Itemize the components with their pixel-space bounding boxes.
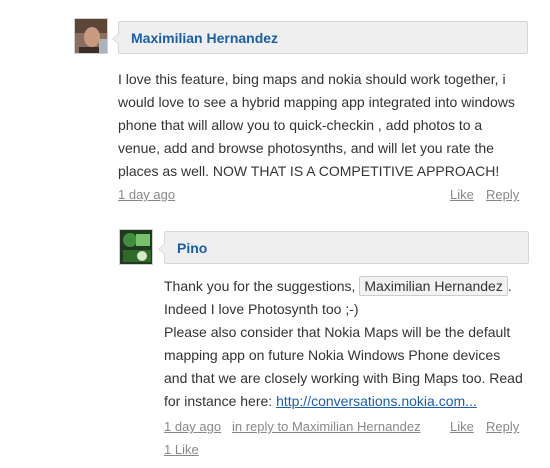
like-button[interactable]: Like <box>450 187 474 202</box>
reply-line-1-suffix: . <box>507 278 512 294</box>
likes-count-link[interactable]: 1 Like <box>164 442 199 457</box>
comment-text: I love this feature, bing maps and nokia… <box>118 71 515 179</box>
conversations-link[interactable]: http://conversations.nokia.com... <box>276 393 477 409</box>
reply-time[interactable]: 1 day ago <box>164 419 221 434</box>
reply-line-2: Indeed I love Photosynth too ;-) <box>164 301 359 317</box>
reply-line-1: Thank you for the suggestions, Maximilia… <box>164 275 524 298</box>
comment-time[interactable]: 1 day ago <box>118 187 175 202</box>
reply-button[interactable]: Reply <box>486 187 519 202</box>
avatar-pino[interactable] <box>119 229 153 265</box>
reply-like-button[interactable]: Like <box>450 419 474 434</box>
timestamp-link[interactable]: 1 day ago <box>118 187 175 202</box>
comment-body: I love this feature, bing maps and nokia… <box>118 68 523 183</box>
mention-tag[interactable]: Maximilian Hernandez <box>359 276 508 296</box>
comment-reply-link[interactable]: Reply <box>486 187 519 202</box>
user-photo-icon <box>75 19 107 53</box>
reply-line-1-prefix: Thank you for the suggestions, <box>164 278 360 294</box>
reply-author-name-link[interactable]: Pino <box>177 240 207 256</box>
author-name-box: Maximilian Hernandez <box>112 21 528 54</box>
comment-like-link[interactable]: Like <box>450 187 474 202</box>
reply-reply-link[interactable]: Reply <box>486 419 519 434</box>
avatar-maximilian[interactable] <box>74 18 108 54</box>
author-name-link[interactable]: Maximilian Hernandez <box>131 30 278 46</box>
in-reply-to[interactable]: in reply to Maximilian Hernandez <box>232 419 421 434</box>
reply-body: Thank you for the suggestions, Maximilia… <box>164 275 524 413</box>
reply-author-name-box: Pino <box>158 231 529 264</box>
in-reply-to-link[interactable]: in reply to Maximilian Hernandez <box>232 419 421 434</box>
reply-reply-button[interactable]: Reply <box>486 419 519 434</box>
reply-likes-count[interactable]: 1 Like <box>164 442 199 457</box>
reply-line-3: Please also consider that Nokia Maps wil… <box>164 321 524 413</box>
reply-like-link[interactable]: Like <box>450 419 474 434</box>
reply-timestamp-link[interactable]: 1 day ago <box>164 419 221 434</box>
user-photo-icon <box>120 230 152 264</box>
